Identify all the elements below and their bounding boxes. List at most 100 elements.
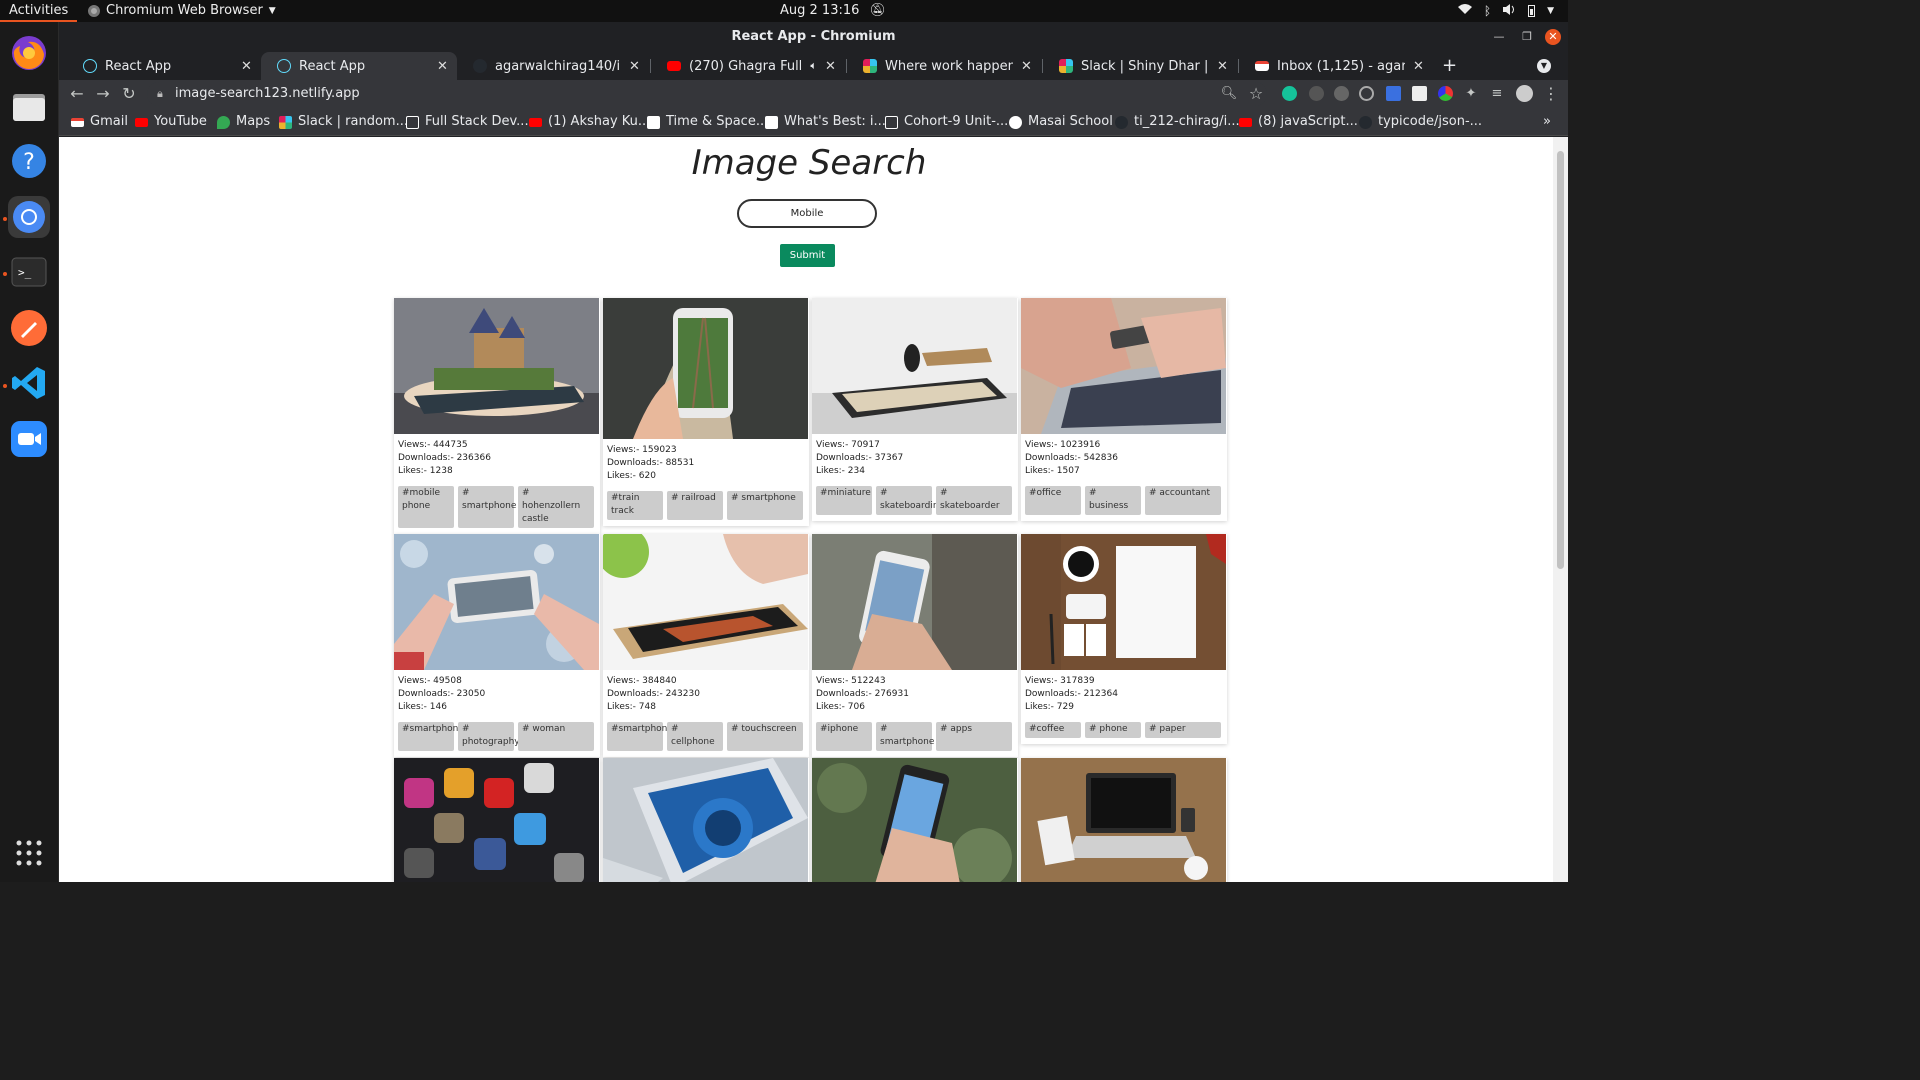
tag-chip[interactable]: # cellphone — [667, 722, 723, 751]
postman-icon[interactable] — [8, 307, 50, 349]
extensions-puzzle-icon[interactable]: ✦ — [1461, 84, 1481, 104]
tag-chip[interactable]: # business — [1085, 486, 1141, 515]
zoom-icon[interactable]: 🔍︎ — [1219, 84, 1239, 104]
system-tray[interactable]: ᛒ ▼ — [1457, 0, 1554, 22]
extension-icon[interactable] — [1386, 86, 1401, 101]
app-grid-icon[interactable] — [8, 832, 50, 874]
firefox-icon[interactable] — [8, 32, 50, 74]
bookmark-item[interactable]: Cohort-9 Unit-... — [885, 108, 1008, 136]
search-input[interactable]: Mobile — [737, 199, 877, 228]
activities-button[interactable]: Activities — [0, 0, 78, 22]
tag-chip[interactable]: # photography — [458, 722, 520, 751]
tab-youtube[interactable]: (270) Ghagra Full Video 🔈︎ ✕ — [651, 52, 845, 80]
tag-chip[interactable]: #smartphone — [607, 722, 673, 751]
tag-chip[interactable]: #office — [1025, 486, 1081, 515]
close-window-icon[interactable]: ✕ — [1545, 29, 1561, 45]
scrollbar-thumb[interactable] — [1557, 151, 1564, 569]
close-tab-icon[interactable]: ✕ — [825, 59, 837, 74]
tag-chip[interactable]: # paper — [1145, 722, 1221, 738]
tab-gmail[interactable]: Inbox (1,125) - agarwalchi ✕ — [1239, 52, 1433, 80]
tab-slack-1[interactable]: Where work happens | Sla ✕ — [847, 52, 1041, 80]
tag-chip[interactable]: # smartphone — [876, 722, 934, 751]
reading-list-icon[interactable]: ≡ — [1487, 84, 1507, 104]
tab-react-app-1[interactable]: React App ✕ — [67, 52, 261, 80]
bookmark-item[interactable]: Time & Space... — [647, 108, 768, 136]
submit-button[interactable]: Submit — [780, 244, 835, 267]
clock[interactable]: Aug 2 13:16 🔕︎ — [780, 0, 886, 22]
tag-chip[interactable]: # accountant — [1145, 486, 1221, 515]
minimize-icon[interactable]: — — [1491, 29, 1507, 45]
extension-icon[interactable] — [1309, 86, 1324, 101]
app-menu[interactable]: Chromium Web Browser ▼ — [88, 0, 276, 22]
result-image[interactable] — [812, 758, 1017, 882]
audio-playing-icon[interactable]: 🔈︎ — [810, 59, 817, 73]
result-image[interactable] — [603, 758, 808, 882]
tag-chip[interactable]: # phone — [1085, 722, 1141, 738]
terminal-icon[interactable]: >_ — [8, 251, 50, 293]
extension-icon[interactable] — [1438, 86, 1453, 101]
result-image[interactable] — [603, 298, 808, 439]
tag-chip[interactable]: # smartphone — [458, 486, 516, 528]
close-tab-icon[interactable]: ✕ — [1217, 59, 1229, 74]
result-image[interactable] — [394, 534, 599, 670]
result-image[interactable] — [394, 758, 599, 882]
tag-chip[interactable]: # touchscreen — [727, 722, 803, 751]
result-image[interactable] — [394, 298, 599, 434]
result-image[interactable] — [1021, 758, 1226, 882]
extension-icon[interactable] — [1359, 86, 1374, 101]
tab-github[interactable]: agarwalchirag140/image_ ✕ — [457, 52, 649, 80]
tab-react-app-2[interactable]: React App ✕ — [261, 52, 457, 80]
bookmark-item[interactable]: Full Stack Dev... — [406, 108, 529, 136]
result-image[interactable] — [812, 534, 1017, 670]
tag-chip[interactable]: # apps — [936, 722, 1012, 751]
tag-chip[interactable]: #smartphone — [398, 722, 464, 751]
result-image[interactable] — [603, 534, 808, 670]
zoom-icon[interactable] — [8, 418, 50, 460]
result-image[interactable] — [1021, 534, 1226, 670]
bookmark-item[interactable]: YouTube — [135, 108, 207, 136]
tag-chip[interactable]: #train track — [607, 491, 663, 520]
tag-chip[interactable]: #mobile phone — [398, 486, 454, 528]
vscode-icon[interactable] — [8, 362, 50, 404]
tag-chip[interactable]: # smartphone — [727, 491, 803, 520]
close-tab-icon[interactable]: ✕ — [241, 59, 253, 74]
tag-chip[interactable]: # woman — [518, 722, 594, 751]
bookmark-item[interactable]: (8) javaScript... — [1239, 108, 1358, 136]
tag-chip[interactable]: # skateboarder — [936, 486, 1012, 515]
help-icon[interactable]: ? — [8, 140, 50, 182]
files-icon[interactable] — [8, 86, 50, 128]
bookmark-item[interactable]: Slack | random... — [279, 108, 408, 136]
profile-avatar[interactable] — [1516, 85, 1533, 102]
extension-icon[interactable] — [1412, 86, 1427, 101]
tag-chip[interactable]: # railroad — [667, 491, 723, 520]
tag-chip[interactable]: # hohenzollern castle — [518, 486, 594, 528]
close-tab-icon[interactable]: ✕ — [629, 59, 641, 74]
tab-search-icon[interactable]: ▼ — [1537, 59, 1551, 73]
tag-chip[interactable]: #iphone — [816, 722, 872, 751]
reload-icon[interactable]: ↻ — [119, 84, 139, 104]
bookmark-item[interactable]: Gmail — [71, 108, 128, 136]
back-icon[interactable]: ← — [67, 84, 87, 104]
forward-icon[interactable]: → — [93, 84, 113, 104]
more-bookmarks-icon[interactable]: » — [1543, 108, 1551, 136]
tag-chip[interactable]: # skateboarding — [876, 486, 944, 515]
grammarly-icon[interactable] — [1282, 86, 1297, 101]
bookmark-item[interactable]: typicode/json-... — [1359, 108, 1482, 136]
new-tab-icon[interactable]: + — [1442, 55, 1457, 76]
extension-icon[interactable] — [1334, 86, 1349, 101]
close-tab-icon[interactable]: ✕ — [437, 59, 449, 74]
menu-kebab-icon[interactable]: ⋮ — [1541, 84, 1561, 104]
result-image[interactable] — [1021, 298, 1226, 434]
result-image[interactable] — [812, 298, 1017, 434]
bookmark-item[interactable]: Masai School — [1009, 108, 1113, 136]
maximize-icon[interactable]: ❐ — [1519, 29, 1535, 45]
close-tab-icon[interactable]: ✕ — [1021, 59, 1033, 74]
tag-chip[interactable]: #coffee — [1025, 722, 1081, 738]
page-scrollbar[interactable] — [1553, 137, 1568, 882]
tab-slack-2[interactable]: Slack | Shiny Dhar | Masai ✕ — [1043, 52, 1237, 80]
address-bar[interactable]: 🔒︎ image-search123.netlify.app — [147, 82, 1267, 106]
bookmark-star-icon[interactable]: ☆ — [1246, 84, 1266, 104]
chromium-dock-icon[interactable] — [8, 196, 50, 238]
bookmark-item[interactable]: ti_212-chirag/i... — [1115, 108, 1240, 136]
close-tab-icon[interactable]: ✕ — [1413, 59, 1425, 74]
